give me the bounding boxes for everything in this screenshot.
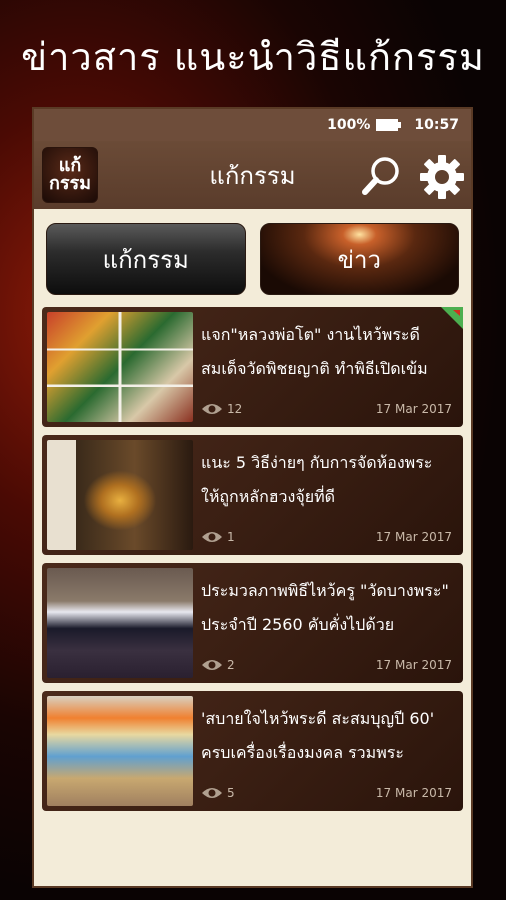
- article-title: ประมวลภาพพิธีไหว้ครู "วัดบางพระ" ประจำปี…: [201, 581, 449, 634]
- clock: 10:57: [414, 117, 459, 133]
- tab-bar: แก้กรรม ข่าว: [34, 209, 471, 307]
- article-date: 17 Mar 2017: [375, 530, 452, 544]
- article-list: แจก"หลวงพ่อโต" งานไหว้พระดี สมเด็จวัดพิช…: [34, 307, 471, 811]
- list-item[interactable]: แจก"หลวงพ่อโต" งานไหว้พระดี สมเด็จวัดพิช…: [42, 307, 463, 427]
- article-title: แนะ 5 วิธีง่ายๆ กับการจัดห้องพระให้ถูกหล…: [201, 453, 433, 506]
- list-item[interactable]: ประมวลภาพพิธีไหว้ครู "วัดบางพระ" ประจำปี…: [42, 563, 463, 683]
- view-count: 12: [227, 402, 243, 416]
- article-date: 17 Mar 2017: [375, 658, 452, 672]
- view-count: 5: [227, 786, 235, 800]
- article-date: 17 Mar 2017: [375, 786, 452, 800]
- article-thumbnail: [47, 568, 193, 678]
- article-date: 17 Mar 2017: [375, 402, 452, 416]
- status-bar: 100% 10:57: [34, 109, 471, 141]
- eye-icon: [202, 660, 222, 670]
- eye-icon: [202, 532, 222, 542]
- app-bar: แก้ กรรม แก้กรรม: [34, 141, 471, 209]
- view-count: 1: [227, 530, 235, 544]
- article-title: 'สบายใจไหว้พระดี สะสมบุญปี 60' ครบเครื่อ…: [201, 709, 435, 762]
- battery-icon: [376, 119, 402, 131]
- article-thumbnail: [47, 440, 193, 550]
- eye-icon: [202, 404, 222, 414]
- tab-news[interactable]: ข่าว: [259, 223, 459, 295]
- list-item[interactable]: 'สบายใจไหว้พระดี สะสมบุญปี 60' ครบเครื่อ…: [42, 691, 463, 811]
- promo-title: ข่าวสาร แนะนำวิธีแก้กรรม: [21, 35, 485, 79]
- phone-frame: 100% 10:57 แก้ กรรม แก้กรรม แก้กรรม ข่าว…: [32, 107, 473, 888]
- tab-karma[interactable]: แก้กรรม: [46, 223, 246, 295]
- gear-icon[interactable]: [418, 153, 466, 201]
- app-title: แก้กรรม: [209, 162, 296, 190]
- battery-percent: 100%: [327, 117, 371, 133]
- new-flag-icon: [441, 307, 463, 329]
- eye-icon: [202, 788, 222, 798]
- list-item[interactable]: แนะ 5 วิธีง่ายๆ กับการจัดห้องพระให้ถูกหล…: [42, 435, 463, 555]
- article-thumbnail: [47, 312, 193, 422]
- article-title: แจก"หลวงพ่อโต" งานไหว้พระดี สมเด็จวัดพิช…: [201, 325, 428, 378]
- article-thumbnail: [47, 696, 193, 806]
- view-count: 2: [227, 658, 235, 672]
- search-icon[interactable]: [360, 153, 404, 197]
